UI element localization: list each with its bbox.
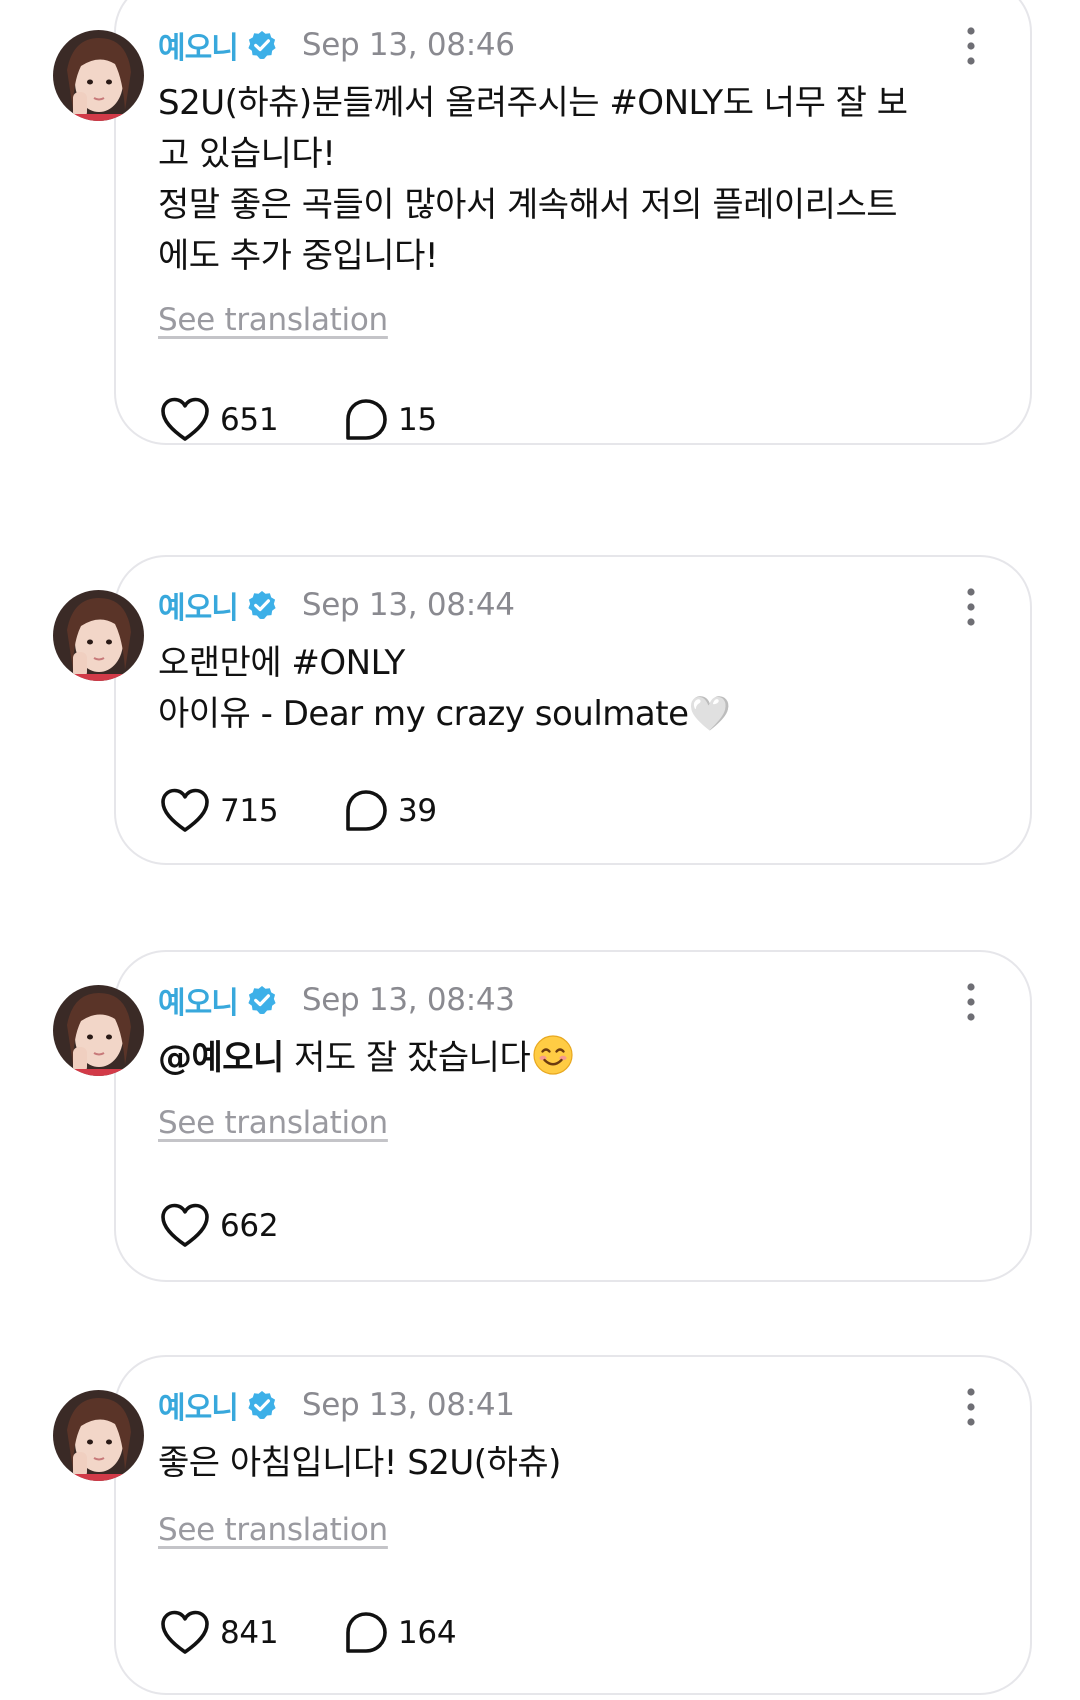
post-header: 예오니 Sep 13, 08:43 — [158, 975, 515, 1025]
see-translation-link[interactable]: See translation — [158, 1512, 388, 1548]
post-text-line: S2U(하츄)분들께서 올려주시는 #ONLY도 너무 잘 보 — [158, 83, 908, 123]
reply-button[interactable]: 164 — [344, 1607, 457, 1659]
post-text-line: 오랜만에 #ONLY — [158, 643, 405, 683]
like-button[interactable]: 841 — [160, 1607, 279, 1659]
like-button[interactable]: 715 — [160, 785, 279, 837]
verified-badge-icon — [246, 589, 278, 621]
timestamp: Sep 13, 08:43 — [301, 982, 515, 1018]
post-text-line: 좋은 아침입니다! S2U(하츄) — [158, 1443, 561, 1483]
reply-count: 15 — [398, 402, 437, 438]
verified-badge-icon — [246, 984, 278, 1016]
avatar[interactable] — [53, 1390, 144, 1481]
reply-button[interactable]: 15 — [344, 394, 437, 446]
reply-button[interactable]: 39 — [344, 785, 437, 837]
post-feed: 예오니 Sep 13, 08:46 S2U(하츄)분들께서 올려주시는 #ONL… — [0, 0, 1080, 1700]
post: 예오니 Sep 13, 08:46 S2U(하츄)분들께서 올려주시는 #ONL… — [0, 0, 1080, 460]
post-body: @예오니 저도 잘 잤습니다 — [158, 1033, 978, 1084]
reply-count: 39 — [398, 793, 437, 829]
post: 예오니 Sep 13, 08:44 오랜만에 #ONLY 아이유 - Dear … — [0, 545, 1080, 875]
speech-bubble-icon — [344, 789, 388, 833]
more-options-icon[interactable] — [965, 26, 977, 66]
post-header: 예오니 Sep 13, 08:41 — [158, 1380, 515, 1430]
user-mention-link[interactable]: @예오니 — [158, 1038, 284, 1078]
verified-badge-icon — [246, 1389, 278, 1421]
avatar[interactable] — [53, 590, 144, 681]
see-translation-link[interactable]: See translation — [158, 302, 388, 338]
reply-count: 164 — [398, 1615, 457, 1651]
speech-bubble-icon — [344, 1611, 388, 1655]
timestamp: Sep 13, 08:46 — [301, 27, 515, 63]
post-text-line: @예오니 저도 잘 잤습니다 — [158, 1033, 978, 1084]
heart-outline-icon — [160, 788, 210, 834]
more-options-icon[interactable] — [965, 587, 977, 627]
more-options-icon[interactable] — [965, 982, 977, 1022]
post-text-line: 고 있습니다! — [158, 134, 336, 174]
post-text: 저도 잘 잤습니다 — [283, 1038, 531, 1078]
timestamp: Sep 13, 08:44 — [301, 587, 515, 623]
post-body: 좋은 아침입니다! S2U(하츄) — [158, 1438, 978, 1489]
post: 예오니 Sep 13, 08:43 @예오니 저도 잘 잤습니다 See tra… — [0, 940, 1080, 1282]
like-count: 651 — [220, 402, 279, 438]
avatar[interactable] — [53, 985, 144, 1076]
post-text-line: 정말 좋은 곡들이 많아서 계속해서 저의 플레이리스트 — [158, 185, 898, 225]
heart-outline-icon — [160, 397, 210, 443]
see-translation-link[interactable]: See translation — [158, 1105, 388, 1141]
like-button[interactable]: 662 — [160, 1200, 279, 1252]
heart-outline-icon — [160, 1203, 210, 1249]
like-count: 841 — [220, 1615, 279, 1651]
like-button[interactable]: 651 — [160, 394, 279, 446]
verified-badge-icon — [246, 29, 278, 61]
post-body: 오랜만에 #ONLY 아이유 - Dear my crazy soulmate🤍 — [158, 638, 978, 740]
avatar[interactable] — [53, 30, 144, 121]
author-name[interactable]: 예오니 — [158, 978, 239, 1022]
author-name[interactable]: 예오니 — [158, 1383, 239, 1427]
post: 예오니 Sep 13, 08:41 좋은 아침입니다! S2U(하츄) See … — [0, 1345, 1080, 1700]
author-name[interactable]: 예오니 — [158, 23, 239, 67]
post-body: S2U(하츄)분들께서 올려주시는 #ONLY도 너무 잘 보 고 있습니다! … — [158, 78, 978, 282]
post-header: 예오니 Sep 13, 08:46 — [158, 20, 515, 70]
smiling-face-icon — [532, 1034, 574, 1076]
like-count: 715 — [220, 793, 279, 829]
post-text-line: 에도 추가 중입니다! — [158, 236, 439, 276]
timestamp: Sep 13, 08:41 — [301, 1387, 515, 1423]
author-name[interactable]: 예오니 — [158, 583, 239, 627]
speech-bubble-icon — [344, 398, 388, 442]
post-text-line: 아이유 - Dear my crazy soulmate🤍 — [158, 694, 731, 734]
post-header: 예오니 Sep 13, 08:44 — [158, 580, 515, 630]
heart-outline-icon — [160, 1610, 210, 1656]
more-options-icon[interactable] — [965, 1387, 977, 1427]
like-count: 662 — [220, 1208, 279, 1244]
